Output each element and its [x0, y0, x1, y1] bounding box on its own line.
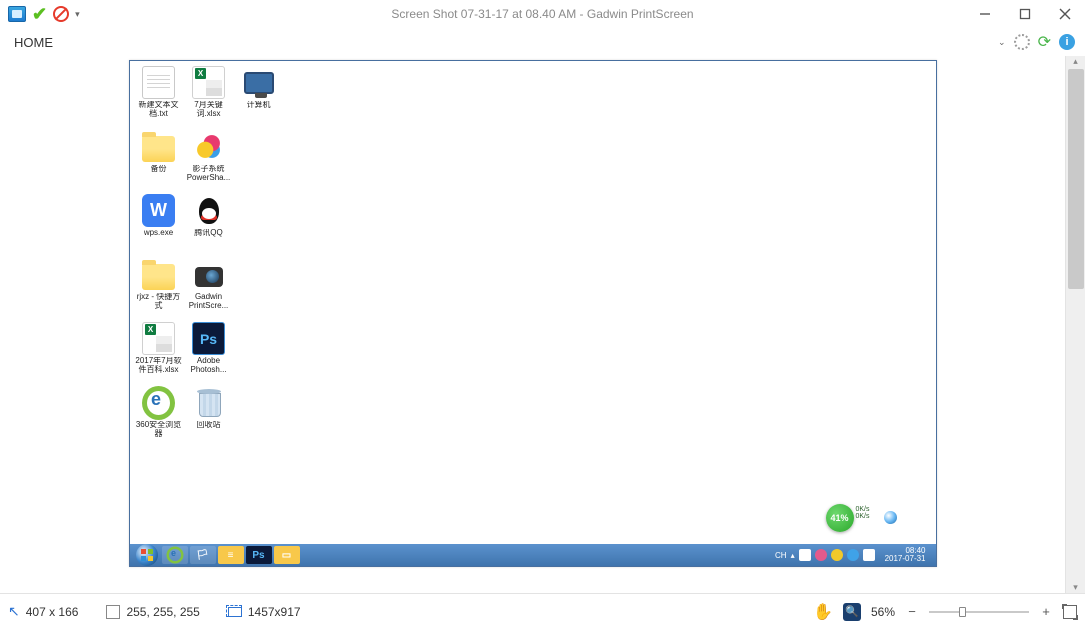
start-button[interactable] [136, 544, 158, 566]
desktop-item[interactable]: Wwps.exe [134, 194, 184, 254]
content-area: 新建文本文档.txt 备份 Wwps.exe rjxz - 快捷方式 2017年7月软件… [0, 56, 1085, 593]
desktop-item-label: 备份 [151, 165, 167, 174]
zoom-out-button[interactable]: − [905, 604, 919, 619]
titlebar: ✔ ▾ Screen Shot 07-31-17 at 08.40 AM - G… [0, 0, 1085, 28]
desktop-item[interactable]: 7月关键词.xlsx [184, 66, 234, 126]
tray-icon[interactable] [831, 549, 843, 561]
desktop-item[interactable]: Gadwin PrintScre... [184, 258, 234, 318]
desktop-item-label: wps.exe [144, 229, 173, 238]
app-icon [8, 6, 26, 22]
powershadow-icon [192, 130, 225, 163]
cancel-icon[interactable] [53, 6, 69, 22]
dimensions-icon [228, 607, 242, 617]
taskbar-browser-icon[interactable] [162, 546, 188, 564]
screenshot-preview[interactable]: 新建文本文档.txt 备份 Wwps.exe rjxz - 快捷方式 2017年7月软件… [129, 60, 937, 567]
desktop-item[interactable]: 新建文本文档.txt [134, 66, 184, 126]
refresh-icon[interactable]: ⟳ [1038, 32, 1051, 52]
desktop-item[interactable]: 备份 [134, 130, 184, 190]
browser-icon [142, 386, 175, 419]
hand-tool-icon[interactable]: ✋ [813, 602, 833, 622]
tray-icon[interactable] [847, 549, 859, 561]
taskbar-app-icon[interactable]: 🏳 [190, 546, 216, 564]
desktop-item[interactable]: 360安全浏览器 [134, 386, 184, 446]
window-title: Screen Shot 07-31-17 at 08.40 AM - Gadwi… [391, 7, 693, 21]
minimize-button[interactable] [965, 1, 1005, 27]
help-icon[interactable]: i [1059, 34, 1075, 50]
recycle-bin-icon [192, 386, 225, 419]
qat-dropdown-icon[interactable]: ▾ [75, 9, 80, 20]
desktop-item[interactable]: rjxz - 快捷方式 [134, 258, 184, 318]
desktop-item-label: 影子系统PowerSha... [184, 165, 234, 183]
zoom-tool-icon[interactable]: 🔍 [843, 603, 861, 621]
zoom-in-button[interactable]: + [1039, 604, 1053, 619]
qq-icon [192, 194, 225, 227]
desktop-item-label: 360安全浏览器 [134, 421, 184, 439]
desktop-item[interactable]: Ps Adobe Photosh... [184, 322, 234, 382]
tray-chevron-icon[interactable]: ▴ [791, 551, 795, 560]
badge-line1: 0K/s [856, 506, 870, 513]
desktop-item-label: Adobe Photosh... [184, 357, 234, 375]
wps-icon: W [142, 194, 175, 227]
settings-icon[interactable] [1014, 34, 1030, 50]
taskbar-notes-icon[interactable]: ≡ [218, 546, 244, 564]
badge-orb-icon [884, 511, 897, 524]
desktop-item-label: rjxz - 快捷方式 [134, 293, 184, 311]
windows-taskbar: 🏳 ≡ Ps ▭ CH ▴ 08:40 2017-07-31 [130, 544, 936, 566]
system-tray: CH ▴ 08:40 2017-07-31 [775, 547, 936, 563]
desktop-item[interactable]: 腾讯QQ [184, 194, 234, 254]
camera-icon [192, 258, 225, 291]
tray-icon[interactable] [815, 549, 827, 561]
zoom-slider[interactable] [929, 611, 1029, 613]
taskbar-folder-icon[interactable]: ▭ [274, 546, 300, 564]
tray-lang[interactable]: CH [775, 551, 787, 560]
desktop-item[interactable]: 影子系统PowerSha... [184, 130, 234, 190]
status-coords: 407 x 166 [26, 605, 79, 619]
excel-icon [142, 322, 175, 355]
badge-line2: 0K/s [856, 513, 870, 520]
cursor-icon: ↖ [8, 603, 20, 620]
excel-icon [192, 66, 225, 99]
taskbar-clock[interactable]: 08:40 2017-07-31 [879, 547, 932, 563]
desktop-item[interactable]: 计算机 [234, 66, 284, 126]
status-dimensions: 1457x917 [248, 605, 301, 619]
desktop-item[interactable]: 2017年7月软件百科.xlsx [134, 322, 184, 382]
desktop-item[interactable]: 回收站 [184, 386, 234, 446]
color-swatch [106, 605, 120, 619]
computer-icon [242, 66, 275, 99]
desktop-item-label: 新建文本文档.txt [134, 101, 184, 119]
menu-home[interactable]: HOME [10, 35, 57, 50]
statusbar: ↖ 407 x 166 255, 255, 255 1457x917 ✋ 🔍 5… [0, 593, 1085, 629]
accept-icon[interactable]: ✔ [32, 4, 47, 25]
desktop-item-label: 计算机 [247, 101, 271, 110]
tray-icon[interactable] [799, 549, 811, 561]
zoom-percent: 56% [871, 605, 895, 619]
badge-percent: 41% [826, 504, 854, 532]
desktop-item-label: 回收站 [197, 421, 221, 430]
collapse-ribbon-icon[interactable]: ⌄ [998, 37, 1006, 48]
photoshop-icon: Ps [192, 322, 225, 355]
desktop-item-label: 2017年7月软件百科.xlsx [134, 357, 184, 375]
maximize-button[interactable] [1005, 1, 1045, 27]
close-button[interactable] [1045, 1, 1085, 27]
desktop-item-label: 腾讯QQ [194, 229, 222, 238]
vertical-scrollbar[interactable]: ▴ ▾ [1065, 56, 1085, 593]
desktop-item-label: Gadwin PrintScre... [184, 293, 234, 311]
folder-icon [142, 130, 175, 163]
menubar: HOME ⌄ ⟳ i [0, 28, 1085, 56]
taskbar-photoshop-icon[interactable]: Ps [246, 546, 272, 564]
desktop-item-label: 7月关键词.xlsx [184, 101, 234, 119]
text-file-icon [142, 66, 175, 99]
fit-screen-button[interactable] [1063, 605, 1077, 619]
folder-icon [142, 258, 175, 291]
system-badge: 41% 0K/s 0K/s [826, 504, 854, 532]
status-rgb: 255, 255, 255 [126, 605, 199, 619]
tray-volume-icon[interactable] [863, 549, 875, 561]
